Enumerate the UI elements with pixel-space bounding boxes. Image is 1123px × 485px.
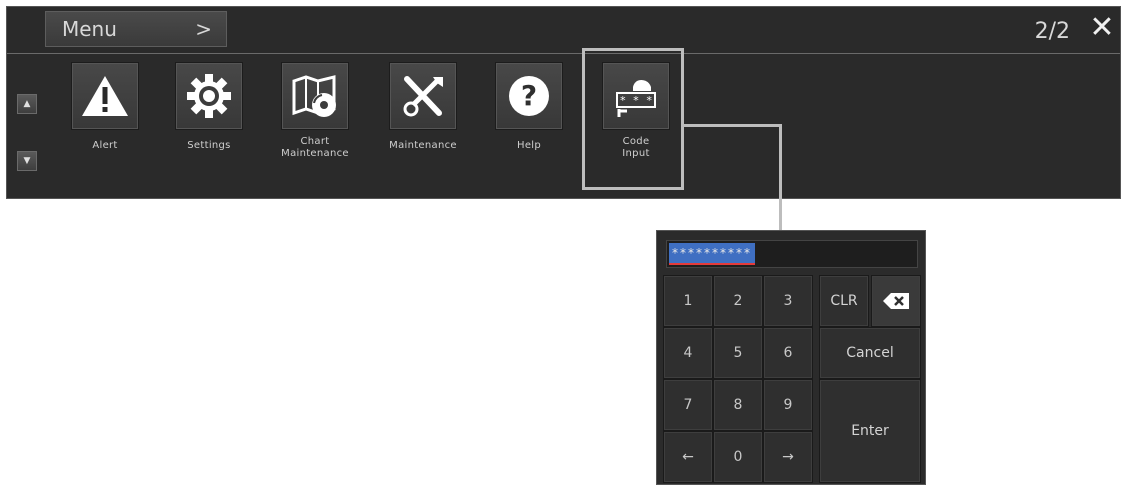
- scroll-down-button[interactable]: ▼: [17, 151, 37, 171]
- key-2[interactable]: 2: [713, 275, 763, 327]
- code-input-field[interactable]: **********: [666, 240, 918, 268]
- page-indicator: 2/2: [1034, 19, 1070, 44]
- svg-text:?: ?: [521, 79, 537, 112]
- chart-maintenance-icon: [292, 75, 336, 117]
- menu-item-chart-maintenance[interactable]: Chart Maintenance: [263, 62, 367, 160]
- code-value: **********: [669, 243, 755, 265]
- key-left-arrow[interactable]: ←: [663, 431, 713, 483]
- backspace-icon: [883, 293, 909, 309]
- clr-button[interactable]: CLR: [819, 275, 869, 327]
- menu-tile-help[interactable]: ?: [495, 62, 563, 130]
- menu-tile-chart-maintenance[interactable]: [281, 62, 349, 130]
- cancel-button[interactable]: Cancel: [819, 327, 921, 379]
- key-6[interactable]: 6: [763, 327, 813, 379]
- key-8[interactable]: 8: [713, 379, 763, 431]
- backspace-button[interactable]: [871, 275, 921, 327]
- key-4[interactable]: 4: [663, 327, 713, 379]
- help-icon: ?: [509, 76, 549, 116]
- key-7[interactable]: 7: [663, 379, 713, 431]
- menu-item-label: Maintenance: [389, 140, 457, 151]
- menu-tile-settings[interactable]: [175, 62, 243, 130]
- key-0[interactable]: 0: [713, 431, 763, 483]
- connector-line: [779, 124, 782, 246]
- key-3[interactable]: 3: [763, 275, 813, 327]
- chevron-right-icon: >: [195, 17, 212, 41]
- key-1[interactable]: 1: [663, 275, 713, 327]
- scroll-up-button[interactable]: ▲: [17, 94, 37, 114]
- menu-item-help[interactable]: ? Help: [477, 62, 581, 152]
- menu-panel: Menu > 2/2 ✕ ▲ ▼ Alert Settings Chart Ma…: [6, 6, 1121, 199]
- key-9[interactable]: 9: [763, 379, 813, 431]
- menu-item-alert[interactable]: Alert: [53, 62, 157, 152]
- alert-icon: [82, 76, 128, 116]
- menu-tile-alert[interactable]: [71, 62, 139, 130]
- code-keypad: ********** 1 2 3 4 5 6 7 8 9 ← 0 → CLR C…: [656, 230, 926, 485]
- key-5[interactable]: 5: [713, 327, 763, 379]
- close-icon[interactable]: ✕: [1088, 13, 1116, 43]
- code-input-highlight: [582, 48, 684, 190]
- tools-icon: [403, 76, 443, 117]
- menu-button[interactable]: Menu >: [45, 11, 227, 47]
- connector-line: [684, 124, 782, 127]
- menu-button-label: Menu: [62, 17, 117, 41]
- menu-item-label: Settings: [187, 140, 231, 151]
- menu-item-label: Help: [517, 140, 541, 151]
- enter-button[interactable]: Enter: [819, 379, 921, 483]
- menu-topbar: Menu > 2/2 ✕: [7, 7, 1120, 54]
- menu-item-maintenance[interactable]: Maintenance: [371, 62, 475, 152]
- menu-item-label: Alert: [92, 140, 118, 151]
- menu-tile-maintenance[interactable]: [389, 62, 457, 130]
- gear-icon: [187, 74, 231, 118]
- menu-item-label: Chart Maintenance: [281, 136, 349, 159]
- menu-item-settings[interactable]: Settings: [157, 62, 261, 152]
- key-right-arrow[interactable]: →: [763, 431, 813, 483]
